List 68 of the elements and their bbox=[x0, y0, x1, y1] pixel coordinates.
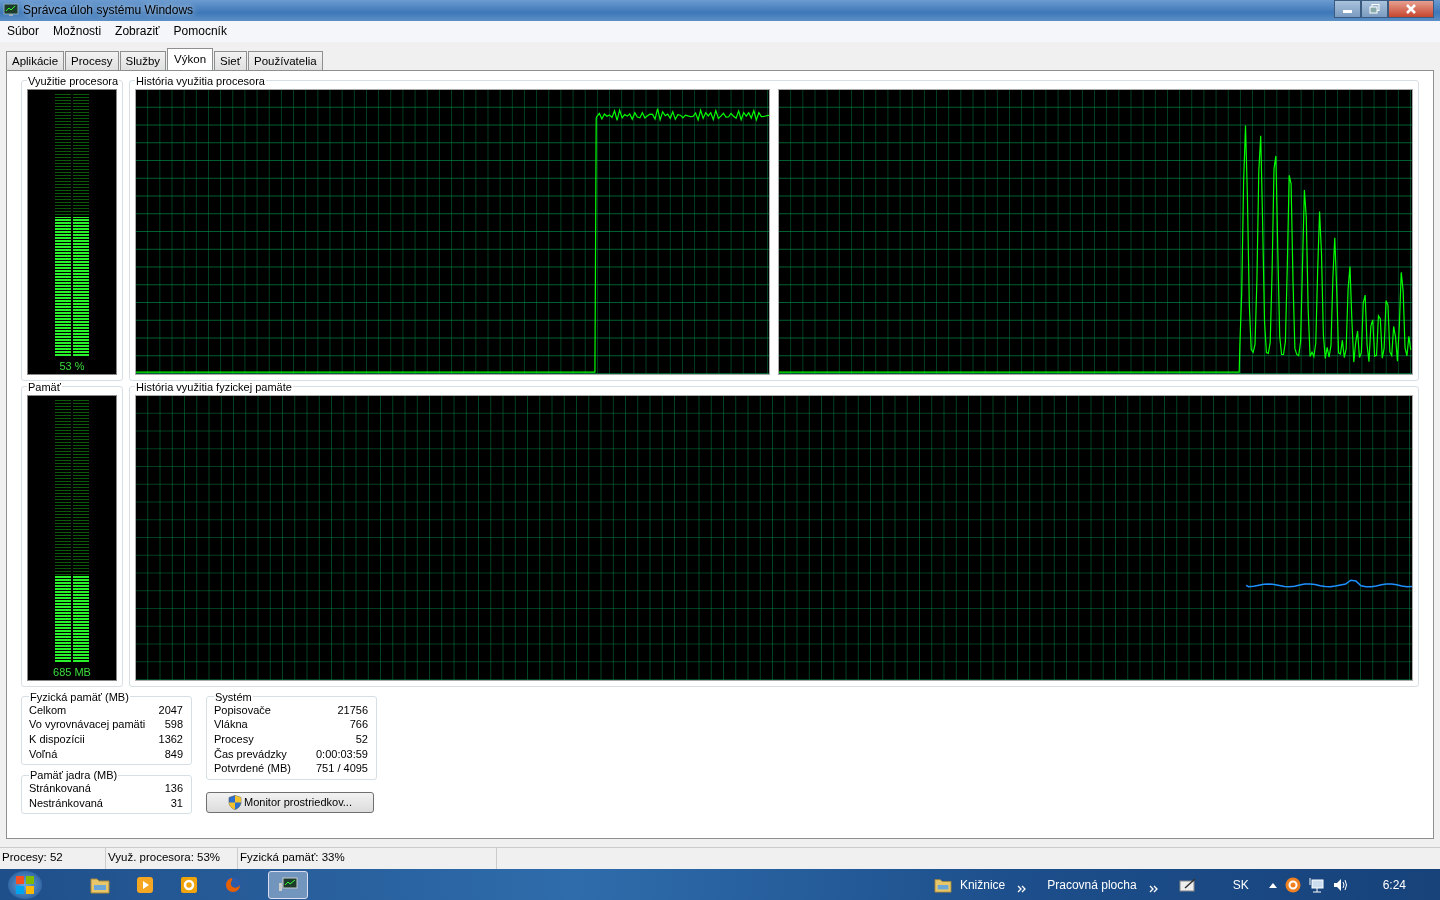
tab[interactable]: Služby bbox=[119, 50, 167, 70]
circle-app-icon[interactable] bbox=[1284, 876, 1301, 893]
tab[interactable]: Sieť bbox=[214, 50, 247, 70]
group-title: História využitia fyzickej pamäte bbox=[135, 381, 293, 393]
toolbar-label[interactable]: Pracovná plocha bbox=[1047, 877, 1137, 892]
meter-reading: 685 MB bbox=[53, 665, 91, 678]
tab[interactable]: Používatelia bbox=[248, 50, 323, 70]
stat-value: 0:00:03:59 bbox=[316, 746, 368, 762]
tab[interactable]: Aplikácie bbox=[6, 50, 65, 70]
monitor-icon bbox=[278, 876, 298, 893]
group-title: História využitia procesora bbox=[135, 75, 266, 87]
stat-value: 136 bbox=[164, 781, 183, 796]
folder-icon[interactable] bbox=[90, 875, 110, 894]
stat-label: Popisovače bbox=[214, 703, 271, 718]
monitor-icon bbox=[3, 3, 19, 18]
stat-value: 2047 bbox=[158, 702, 183, 718]
language-indicator[interactable]: SK bbox=[1232, 877, 1249, 892]
group-title: Využitie procesora bbox=[27, 74, 120, 87]
menu-item[interactable]: Zobraziť bbox=[115, 24, 160, 39]
toolbar-label[interactable]: Knižnice bbox=[959, 877, 1006, 892]
stat-value: 751 / 4095 bbox=[316, 761, 368, 776]
window-title: Správca úloh systému Windows bbox=[23, 3, 194, 18]
close-button[interactable] bbox=[1388, 0, 1434, 18]
stat-label: Vo vyrovnávacej pamäti bbox=[29, 717, 146, 732]
group-title: Systém bbox=[214, 690, 253, 703]
task-manager-taskbar-button[interactable] bbox=[268, 870, 308, 899]
tab[interactable]: Výkon bbox=[167, 47, 214, 70]
play-icon[interactable] bbox=[136, 875, 154, 894]
stat-label: Stránkovaná bbox=[29, 781, 91, 796]
stat-value: 31 bbox=[170, 795, 183, 811]
office-icon[interactable] bbox=[180, 875, 198, 894]
group-title: Pamäť jadra (MB) bbox=[29, 769, 119, 782]
tab[interactable]: Procesy bbox=[65, 50, 119, 70]
chevron-icon[interactable] bbox=[1148, 884, 1159, 893]
clock[interactable]: 6:24 bbox=[1382, 877, 1406, 892]
windows-logo-icon bbox=[14, 873, 36, 896]
stat-label: Potvrdené (MB) bbox=[214, 761, 292, 776]
restore-button[interactable] bbox=[1361, 0, 1388, 18]
stat-value: 1362 bbox=[158, 731, 183, 747]
chevron-icon[interactable] bbox=[1017, 884, 1028, 893]
minimize-button[interactable] bbox=[1334, 0, 1361, 18]
network-icon[interactable] bbox=[1308, 876, 1325, 893]
menu-item[interactable]: Súbor bbox=[7, 24, 40, 39]
stat-label: Celkom bbox=[29, 703, 67, 718]
menu-item[interactable]: Možnosti bbox=[53, 24, 102, 39]
stat-label: Vlákna bbox=[214, 717, 248, 732]
stat-label: Voľná bbox=[29, 746, 58, 762]
stat-label: Procesy bbox=[214, 731, 254, 747]
start-button[interactable] bbox=[8, 870, 42, 899]
pen-tablet-icon[interactable] bbox=[1178, 877, 1197, 892]
stat-value: 52 bbox=[355, 731, 368, 747]
stat-value: 598 bbox=[164, 717, 183, 732]
shield-icon bbox=[228, 794, 242, 810]
restore-icon bbox=[1368, 4, 1381, 14]
resource-monitor-button[interactable]: Monitor prostriedkov... bbox=[206, 791, 374, 813]
menu-item[interactable]: Pomocník bbox=[173, 24, 227, 39]
meter-reading: 53 % bbox=[59, 359, 85, 372]
stat-label: Čas prevádzky bbox=[214, 746, 287, 762]
close-icon bbox=[1404, 4, 1418, 14]
stat-value: 21756 bbox=[337, 702, 368, 718]
group-title: Fyzická pamäť (MB) bbox=[29, 690, 130, 703]
group-title: Pamäť bbox=[27, 380, 62, 393]
stat-label: Nestránkovaná bbox=[29, 795, 103, 811]
stat-value: 766 bbox=[349, 717, 368, 732]
folder-icon bbox=[933, 876, 952, 893]
stat-label: K dispozícii bbox=[29, 731, 85, 747]
stat-value: 849 bbox=[164, 746, 183, 762]
up-arrow-icon[interactable] bbox=[1268, 881, 1277, 888]
